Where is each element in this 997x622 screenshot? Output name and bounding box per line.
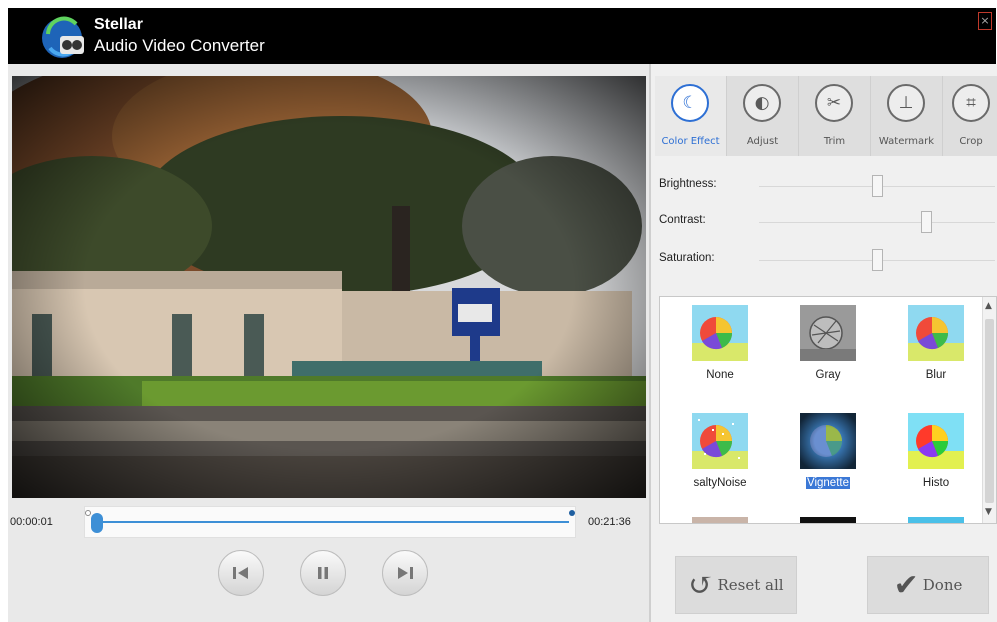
trim-start-marker[interactable] xyxy=(85,510,91,516)
previous-icon xyxy=(233,567,248,579)
effect-thumbnail xyxy=(800,305,856,361)
pause-icon xyxy=(318,567,328,579)
scroll-up-icon[interactable]: ▲ xyxy=(985,301,992,311)
effects-gallery: None Gray Blur saltyNoise Vignette Histo… xyxy=(659,296,997,524)
effect-vignette[interactable]: Vignette xyxy=(774,409,874,509)
timeline: 00:00:01 00:21:36 xyxy=(8,502,649,544)
contrast-icon: ◐ xyxy=(743,84,781,122)
contrast-label: Contrast: xyxy=(659,214,706,226)
effect-thumbnail-partial xyxy=(800,517,856,523)
saturation-slider[interactable] xyxy=(871,249,883,271)
contrast-track xyxy=(759,222,995,223)
effect-label: Vignette xyxy=(806,477,850,489)
moon-icon: ☾ xyxy=(671,84,709,122)
app-title-line2: Audio Video Converter xyxy=(94,36,265,55)
tab-color-effect[interactable]: ☾ Color Effect xyxy=(655,76,727,156)
effects-scrollbar[interactable]: ▲ ▼ xyxy=(982,297,996,523)
tab-label: Adjust xyxy=(746,136,779,147)
seek-track xyxy=(95,521,569,523)
tab-crop[interactable]: ⌗ Crop xyxy=(943,76,997,156)
title-bar: Stellar Audio Video Converter × xyxy=(8,8,996,64)
contrast-slider[interactable] xyxy=(921,211,932,233)
contrast-row: Contrast: xyxy=(659,211,995,233)
close-button[interactable]: × xyxy=(978,12,992,30)
tab-label: Color Effect xyxy=(661,136,720,147)
effect-label: Gray xyxy=(815,369,841,381)
effect-thumbnail xyxy=(692,413,748,469)
effect-blur[interactable]: Blur xyxy=(882,301,982,401)
checkmark-icon: ✔ xyxy=(893,567,919,603)
next-icon xyxy=(398,567,413,579)
tab-label: Crop xyxy=(959,136,983,147)
reset-icon: ↺ xyxy=(688,567,714,603)
done-label: Done xyxy=(922,576,963,594)
saturation-label: Saturation: xyxy=(659,252,715,264)
seek-bar[interactable] xyxy=(84,506,576,538)
tab-label: Trim xyxy=(823,136,846,147)
app-title-line1: Stellar xyxy=(94,16,143,33)
brightness-slider[interactable] xyxy=(871,175,883,197)
preview-panel: 00:00:01 00:21:36 xyxy=(8,64,649,622)
effect-thumbnail-partial xyxy=(908,517,964,523)
effect-thumbnail-partial xyxy=(692,517,748,523)
tab-watermark[interactable]: ⊥ Watermark xyxy=(871,76,943,156)
trim-end-marker[interactable] xyxy=(569,510,575,516)
watermark-icon: ⊥ xyxy=(887,84,925,122)
effect-thumbnail xyxy=(908,305,964,361)
effect-gray[interactable]: Gray xyxy=(774,301,874,401)
app-logo-icon xyxy=(42,16,84,58)
saturation-row: Saturation: xyxy=(659,249,995,271)
effect-label: Blur xyxy=(925,369,947,381)
app-window: Stellar Audio Video Converter × 00:00:01… xyxy=(0,0,997,622)
effect-none[interactable]: None xyxy=(666,301,766,401)
total-time: 00:21:36 xyxy=(588,516,631,528)
scissors-icon: ✂ xyxy=(815,84,853,122)
scroll-down-icon[interactable]: ▼ xyxy=(985,507,992,517)
video-preview[interactable] xyxy=(12,76,646,498)
pause-button[interactable] xyxy=(300,550,346,596)
edit-tabs: ☾ Color Effect ◐ Adjust ✂ Trim ⊥ Waterma… xyxy=(655,76,997,156)
effect-thumbnail xyxy=(800,413,856,469)
edit-panel: ☾ Color Effect ◐ Adjust ✂ Trim ⊥ Waterma… xyxy=(649,64,997,622)
scroll-thumb[interactable] xyxy=(985,319,994,503)
effect-thumbnail xyxy=(908,413,964,469)
effect-salty-noise[interactable]: saltyNoise xyxy=(666,409,766,509)
tab-trim[interactable]: ✂ Trim xyxy=(799,76,871,156)
brightness-label: Brightness: xyxy=(659,178,717,190)
effect-label: saltyNoise xyxy=(693,477,747,489)
reset-all-label: Reset all xyxy=(717,576,784,594)
effect-histo[interactable]: Histo xyxy=(882,409,982,509)
tab-label: Watermark xyxy=(878,136,935,147)
crop-icon: ⌗ xyxy=(952,84,990,122)
done-button[interactable]: ✔ Done xyxy=(867,556,989,614)
effect-thumbnail xyxy=(692,305,748,361)
effect-label: None xyxy=(706,369,734,381)
reset-all-button[interactable]: ↺ Reset all xyxy=(675,556,797,614)
previous-button[interactable] xyxy=(218,550,264,596)
next-button[interactable] xyxy=(382,550,428,596)
brightness-row: Brightness: xyxy=(659,175,995,197)
effect-label: Histo xyxy=(922,477,950,489)
seek-thumb[interactable] xyxy=(91,513,104,533)
current-time: 00:00:01 xyxy=(10,516,53,528)
tab-adjust[interactable]: ◐ Adjust xyxy=(727,76,799,156)
